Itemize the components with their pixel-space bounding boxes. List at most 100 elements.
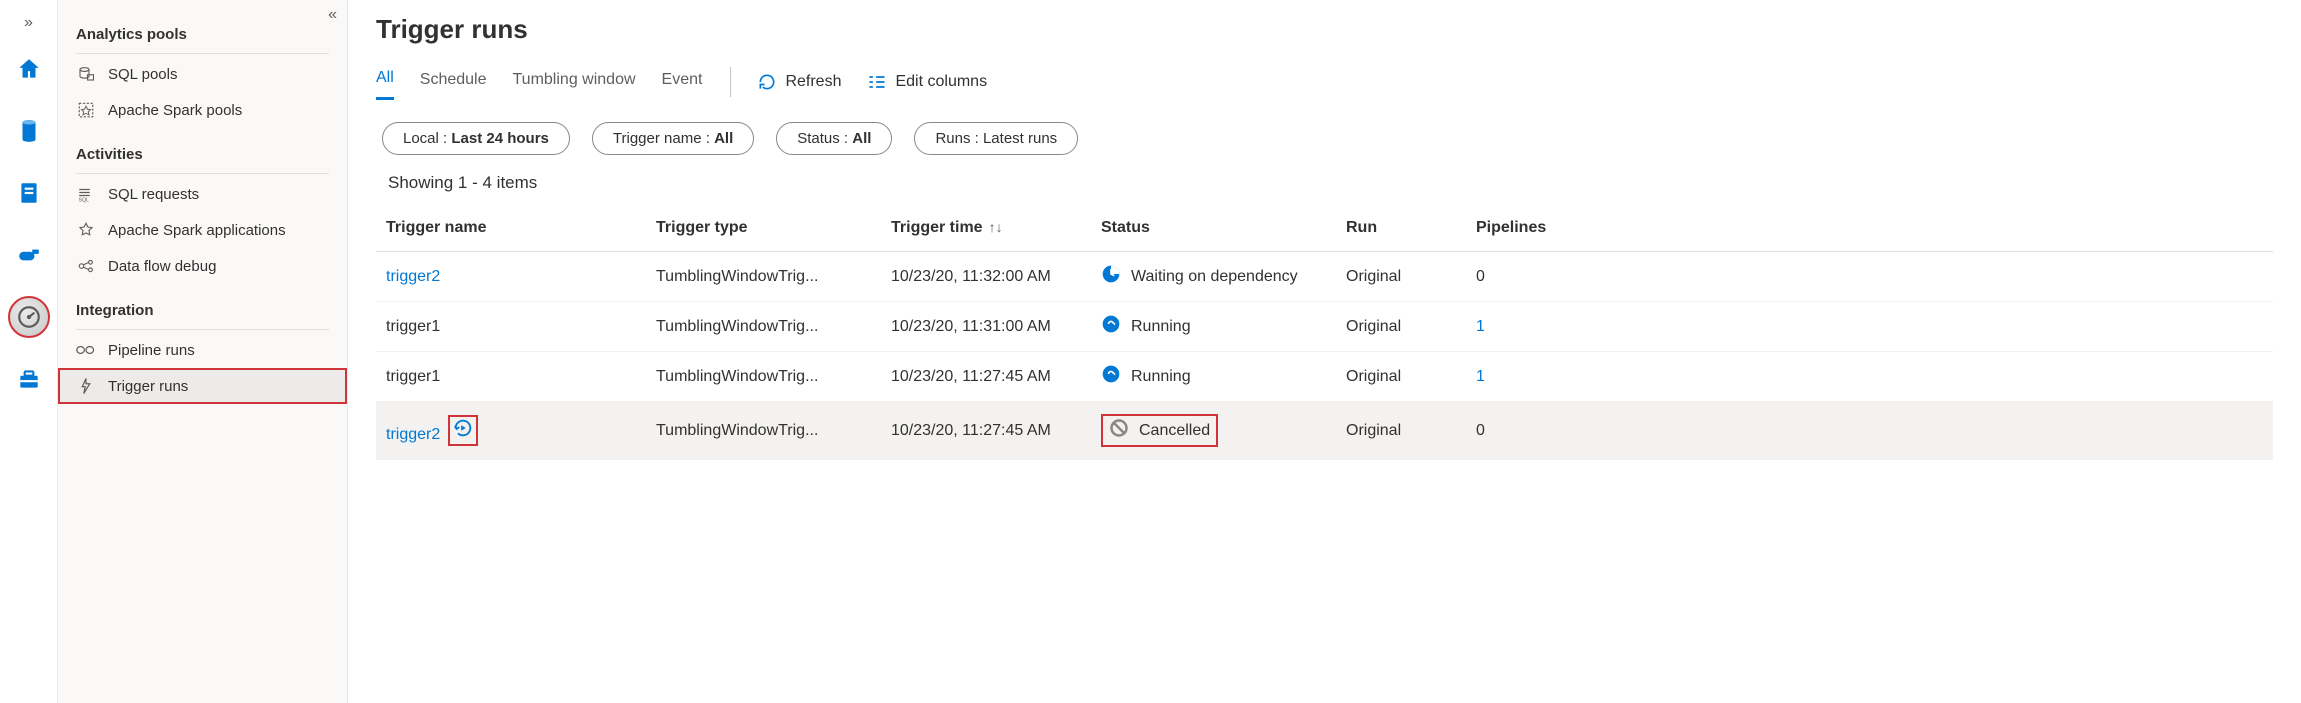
cell-run: Original [1336,302,1466,352]
refresh-button[interactable]: Refresh [757,72,841,92]
col-run[interactable]: Run [1336,205,1466,252]
cell-status: Waiting on dependency [1091,252,1336,302]
panel-group-analytics-pools: Analytics pools [58,8,347,49]
col-trigger-time[interactable]: Trigger time↑↓ [881,205,1091,252]
cell-status: Running [1091,302,1336,352]
cell-trigger-name: trigger1 [376,302,646,352]
divider [76,173,329,174]
rail-manage[interactable] [8,358,50,400]
cell-trigger-time: 10/23/20, 11:27:45 AM [881,402,1091,460]
tab-all[interactable]: All [376,63,394,100]
document-icon [16,180,42,206]
filter-status[interactable]: Status : All [776,122,892,155]
pipelines-count[interactable]: 1 [1476,368,1485,385]
cell-run: Original [1336,402,1466,460]
filter-value: All [852,130,871,147]
table-row[interactable]: trigger1TumblingWindowTrig...10/23/20, 1… [376,352,2273,402]
panel-item-label: Trigger runs [108,378,188,395]
status-text: Waiting on dependency [1131,268,1298,286]
toolbox-icon [16,366,42,392]
tab-event[interactable]: Event [662,65,703,99]
filter-value: All [714,130,733,147]
edit-columns-icon [867,72,887,92]
divider [730,67,731,97]
refresh-label: Refresh [785,73,841,91]
table-row[interactable]: trigger2TumblingWindowTrig...10/23/20, 1… [376,402,2273,460]
dataflow-debug-icon [76,257,96,275]
page-title: Trigger runs [376,14,2273,45]
panel-group-activities: Activities [58,128,347,169]
trigger-name[interactable]: trigger2 [386,268,440,285]
trigger-runs-icon [76,377,96,395]
status-text: Running [1131,368,1191,386]
rerun-button[interactable] [448,415,478,446]
col-trigger-type[interactable]: Trigger type [646,205,881,252]
home-icon [16,56,42,82]
rail-integrate[interactable] [8,234,50,276]
rail-data[interactable] [8,110,50,152]
pipelines-count[interactable]: 1 [1476,318,1485,335]
cell-pipelines: 0 [1466,252,2273,302]
cell-trigger-time: 10/23/20, 11:32:00 AM [881,252,1091,302]
cell-trigger-name: trigger2 [376,252,646,302]
table-row[interactable]: trigger1 TumblingWindowTrig...10/23/20, 1… [376,302,2273,352]
panel-item-label: Data flow debug [108,258,216,275]
col-trigger-name[interactable]: Trigger name [376,205,646,252]
rail-develop[interactable] [8,172,50,214]
rail-home[interactable] [8,48,50,90]
status-text: Cancelled [1139,422,1210,440]
status-badge: Running [1101,314,1326,339]
tab-bar: All Schedule Tumbling window Event Refre… [376,63,2273,100]
showing-count: Showing 1 - 4 items [388,173,2273,193]
edit-columns-label: Edit columns [895,73,987,91]
panel-item-label: SQL pools [108,66,178,83]
status-icon [1109,418,1129,443]
rail-monitor[interactable] [8,296,50,338]
tab-schedule[interactable]: Schedule [420,65,487,99]
tab-tumbling-window[interactable]: Tumbling window [513,65,636,99]
table-row[interactable]: trigger2TumblingWindowTrig...10/23/20, 1… [376,252,2273,302]
sort-indicator-icon: ↑↓ [989,219,1003,235]
side-panel: « Analytics pools SQL pools Apache Spark… [58,0,348,703]
divider [76,53,329,54]
status-icon [1101,364,1121,389]
filter-runs[interactable]: Runs : Latest runs [914,122,1078,155]
refresh-icon [757,72,777,92]
panel-item-dataflow-debug[interactable]: Data flow debug [58,248,347,284]
panel-item-pipeline-runs[interactable]: Pipeline runs [58,332,347,368]
filter-time[interactable]: Local : Last 24 hours [382,122,570,155]
cell-run: Original [1336,252,1466,302]
svg-text:SQL: SQL [79,198,90,204]
panel-item-spark-pools[interactable]: Apache Spark pools [58,92,347,128]
rerun-icon [452,417,474,444]
sql-requests-icon: SQL [76,185,96,203]
col-status[interactable]: Status [1091,205,1336,252]
pipelines-count: 0 [1476,422,1485,439]
expand-rail-icon[interactable]: » [18,8,39,38]
cell-status: Running [1091,352,1336,402]
panel-item-trigger-runs[interactable]: Trigger runs [58,368,347,404]
panel-group-integration: Integration [58,284,347,325]
filter-value: Last 24 hours [451,130,549,147]
panel-item-spark-apps[interactable]: Apache Spark applications [58,212,347,248]
filter-prefix: Status : [797,130,852,147]
trigger-runs-table: Trigger name Trigger type Trigger time↑↓… [376,205,2273,460]
trigger-name: trigger1 [386,318,440,335]
cell-trigger-type: TumblingWindowTrig... [646,302,881,352]
pipeline-icon [16,242,42,268]
pipeline-runs-icon [76,341,96,359]
filter-trigger-name[interactable]: Trigger name : All [592,122,754,155]
trigger-name: trigger1 [386,368,440,385]
edit-columns-button[interactable]: Edit columns [867,72,987,92]
cell-pipelines: 1 [1466,302,2273,352]
cell-trigger-name: trigger1 [376,352,646,402]
col-pipelines[interactable]: Pipelines [1466,205,2273,252]
panel-item-sql-pools[interactable]: SQL pools [58,56,347,92]
filter-value: Latest runs [983,130,1057,147]
cell-trigger-time: 10/23/20, 11:31:00 AM [881,302,1091,352]
filter-prefix: Local : [403,130,451,147]
cell-trigger-name: trigger2 [376,402,646,460]
collapse-panel-icon[interactable]: « [328,6,337,24]
trigger-name[interactable]: trigger2 [386,426,440,443]
panel-item-sql-requests[interactable]: SQL SQL requests [58,176,347,212]
